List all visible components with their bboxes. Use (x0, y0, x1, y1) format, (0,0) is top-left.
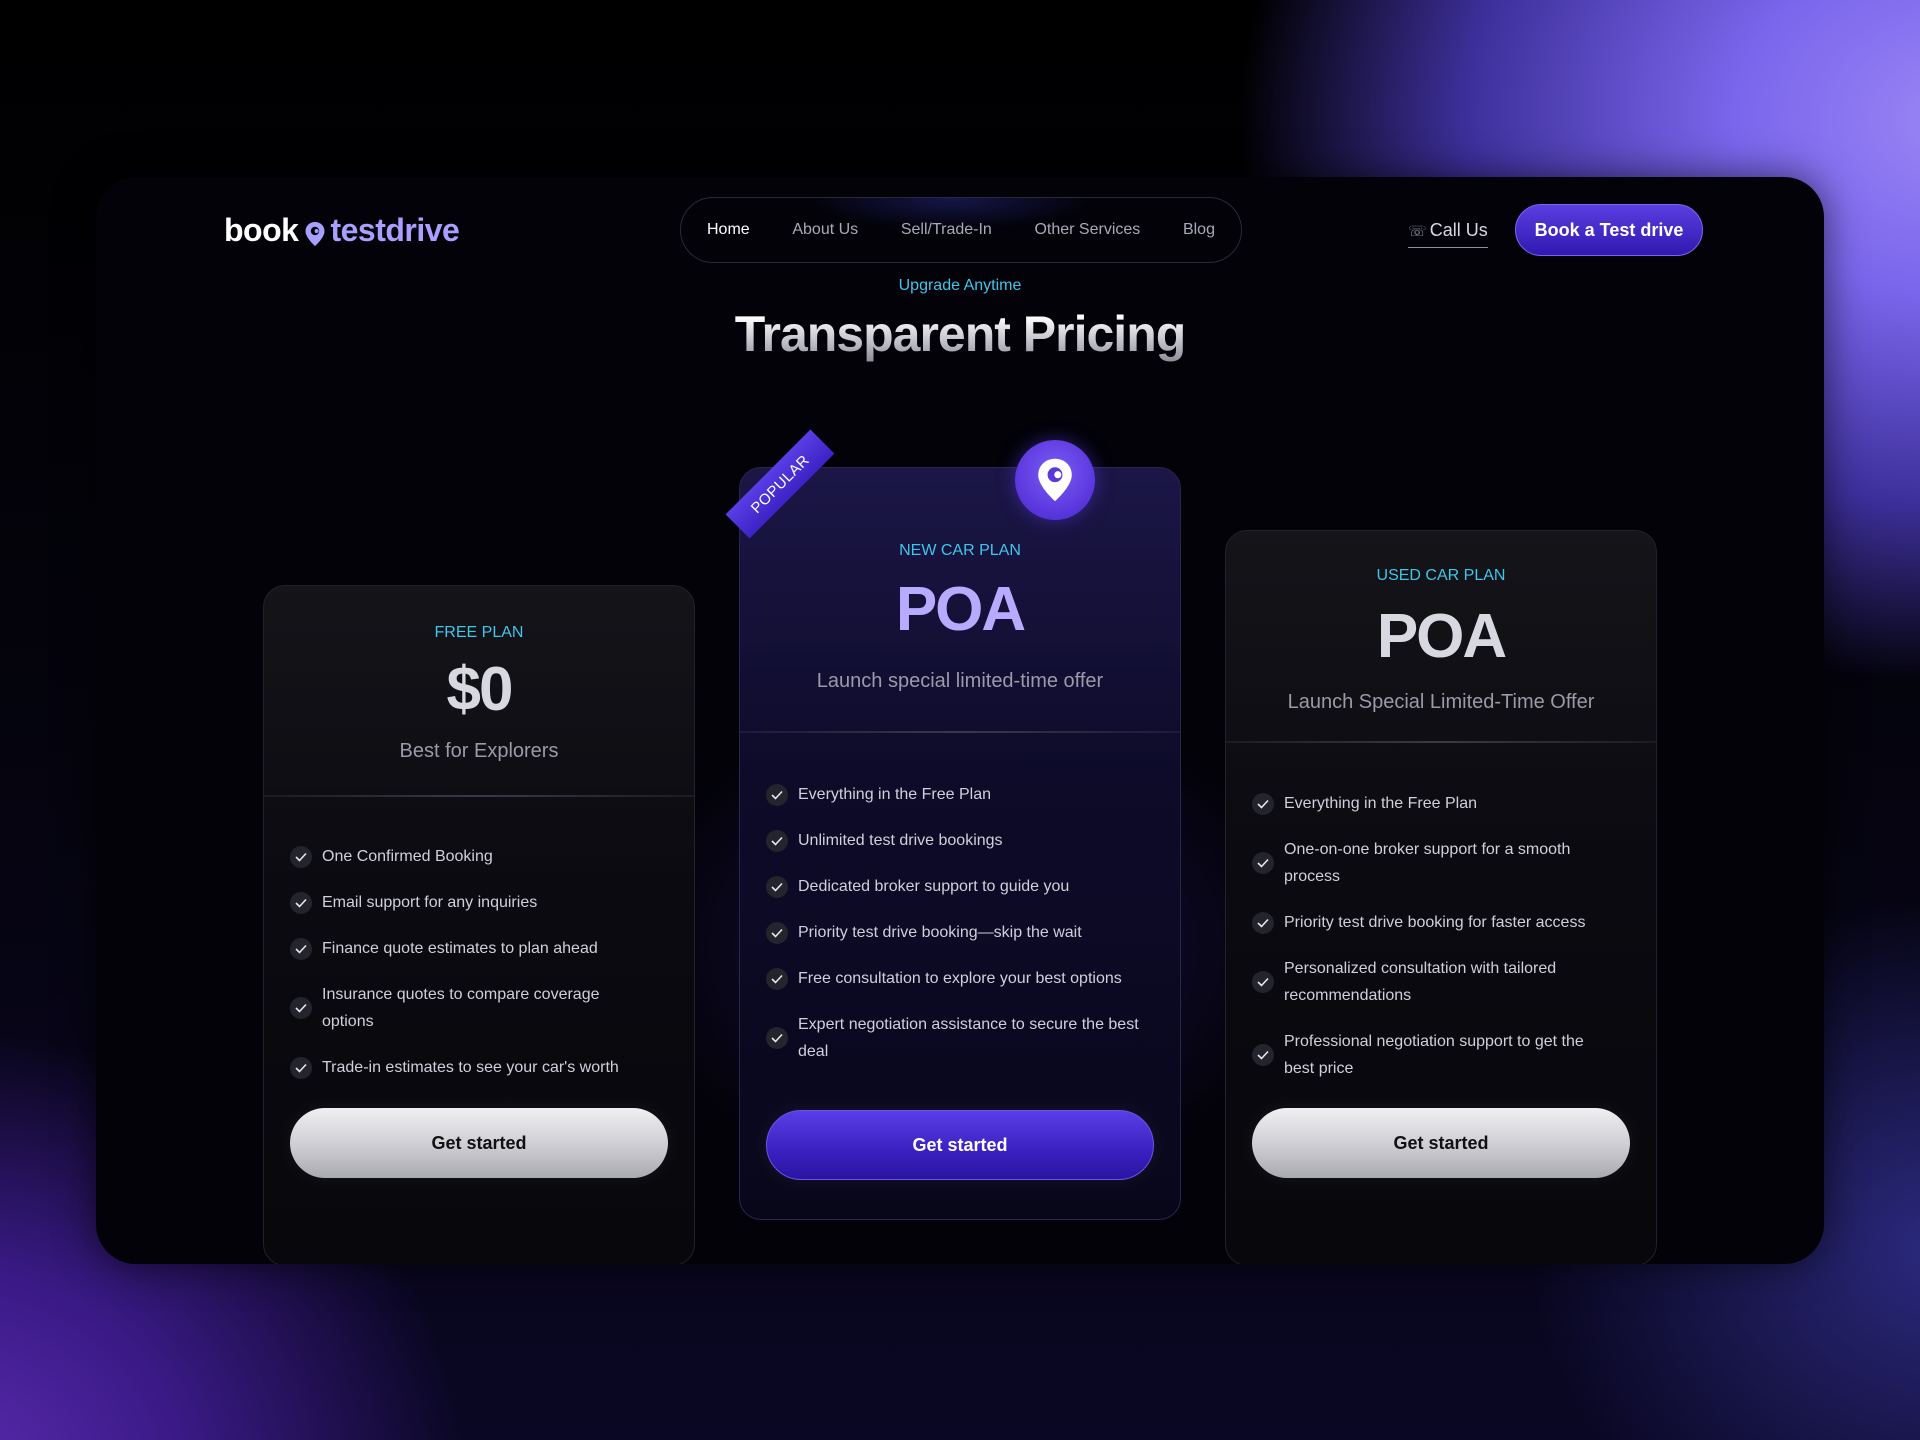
plan-price: POA (895, 575, 1026, 644)
feature-text: Expert negotiation assistance to secure … (798, 1016, 1139, 1060)
feature-text: Everything in the Free Plan (1284, 795, 1477, 812)
plan-subtitle: Best for Explorers (399, 740, 559, 762)
popular-ribbon: POPULAR (716, 429, 836, 563)
brand-word-book: book (224, 212, 299, 248)
plan-card-new-car: NEW CAR PLAN POA Launch special limited-… (739, 467, 1181, 1220)
check-icon (766, 1027, 788, 1049)
feature-item: Insurance quotes to compare coverage opt… (290, 981, 650, 1035)
feature-text: Everything in the Free Plan (798, 786, 991, 803)
check-icon (1252, 852, 1274, 874)
plan-price: $0 (446, 655, 514, 724)
nav-item-about-us[interactable]: About Us (792, 221, 858, 239)
feature-item: Dedicated broker support to guide you (766, 873, 1069, 900)
feature-item: Expert negotiation assistance to secure … (766, 1011, 1146, 1065)
feature-text: Professional negotiation support to get … (1284, 1033, 1584, 1077)
location-pin-icon (1015, 440, 1095, 520)
plan-divider (264, 795, 694, 797)
feature-item: Personalized consultation with tailored … (1252, 955, 1602, 1009)
brand-word-testdrive: testdrive (330, 212, 460, 248)
pricing-eyebrow: Upgrade Anytime (898, 277, 1022, 294)
check-icon (766, 783, 788, 806)
check-icon (1252, 911, 1274, 934)
check-icon (766, 829, 788, 852)
plan-price: POA (1376, 602, 1507, 671)
feature-item: Everything in the Free Plan (1252, 790, 1477, 817)
check-icon (1252, 1044, 1274, 1066)
feature-item: Trade-in estimates to see your car's wor… (290, 1054, 619, 1081)
nav-item-blog[interactable]: Blog (1183, 221, 1215, 239)
check-icon (290, 891, 312, 914)
nav-item-sell-trade-in[interactable]: Sell/Trade-In (901, 221, 992, 239)
feature-text: Finance quote estimates to plan ahead (322, 940, 598, 957)
popular-badge: POPULAR (725, 429, 835, 539)
feature-text: Free consultation to explore your best o… (798, 970, 1122, 987)
feature-text: Unlimited test drive bookings (798, 832, 1003, 849)
get-started-button[interactable]: Get started (290, 1108, 668, 1178)
feature-item: One Confirmed Booking (290, 843, 493, 870)
feature-item: Free consultation to explore your best o… (766, 965, 1122, 992)
check-icon (290, 937, 312, 960)
feature-text: Priority test drive booking—skip the wai… (798, 924, 1082, 941)
check-icon (290, 845, 312, 868)
main-card: book testdrive Home About Us Sell/Trade-… (96, 177, 1824, 1264)
feature-item: Email support for any inquiries (290, 889, 537, 916)
book-test-drive-button[interactable]: Book a Test drive (1515, 204, 1703, 256)
feature-item: Everything in the Free Plan (766, 781, 991, 808)
check-icon (1252, 971, 1274, 993)
plan-divider (740, 731, 1180, 733)
feature-item: Professional negotiation support to get … (1252, 1028, 1602, 1082)
check-icon (766, 921, 788, 944)
feature-text: One-on-one broker support for a smooth p… (1284, 841, 1571, 885)
feature-text: Dedicated broker support to guide you (798, 878, 1070, 895)
nav-item-home[interactable]: Home (707, 221, 750, 239)
get-started-button[interactable]: Get started (1252, 1108, 1630, 1178)
feature-text: Email support for any inquiries (322, 894, 538, 911)
plan-name: FREE PLAN (434, 624, 524, 641)
plan-card-used-car: USED CAR PLAN POA Launch Special Limited… (1225, 530, 1657, 1264)
plan-divider (1226, 741, 1656, 743)
plan-subtitle: Launch special limited-time offer (816, 670, 1104, 692)
check-icon (290, 1056, 312, 1079)
feature-item: Priority test drive booking—skip the wai… (766, 919, 1082, 946)
location-pin-icon (304, 218, 326, 246)
feature-item: Priority test drive booking for faster a… (1252, 909, 1585, 936)
page-title: Transparent Pricing (96, 305, 1824, 363)
nav-item-other-services[interactable]: Other Services (1034, 221, 1140, 239)
check-icon (1252, 792, 1274, 815)
feature-text: Trade-in estimates to see your car's wor… (322, 1059, 619, 1076)
check-icon (290, 997, 312, 1019)
plan-card-free: FREE PLAN $0 Best for Explorers One Conf… (263, 585, 695, 1264)
call-us-link[interactable]: ☏ Call Us (1408, 220, 1488, 248)
feature-item: Unlimited test drive bookings (766, 827, 1003, 854)
feature-text: Priority test drive booking for faster a… (1284, 914, 1586, 931)
feature-text: One Confirmed Booking (322, 848, 493, 865)
check-icon (766, 967, 788, 990)
feature-text: Personalized consultation with tailored … (1284, 960, 1557, 1004)
plan-subtitle: Launch Special Limited-Time Offer (1287, 691, 1595, 713)
main-nav: Home About Us Sell/Trade-In Other Servic… (680, 197, 1242, 263)
feature-item: One-on-one broker support for a smooth p… (1252, 836, 1622, 890)
feature-text: Insurance quotes to compare coverage opt… (322, 986, 600, 1030)
brand-logo[interactable]: book testdrive (224, 212, 460, 249)
get-started-button[interactable]: Get started (766, 1110, 1154, 1180)
phone-icon: ☏ (1408, 223, 1427, 240)
plan-name: USED CAR PLAN (1376, 567, 1506, 584)
call-us-label: Call Us (1429, 220, 1488, 240)
feature-item: Finance quote estimates to plan ahead (290, 935, 598, 962)
check-icon (766, 875, 788, 898)
